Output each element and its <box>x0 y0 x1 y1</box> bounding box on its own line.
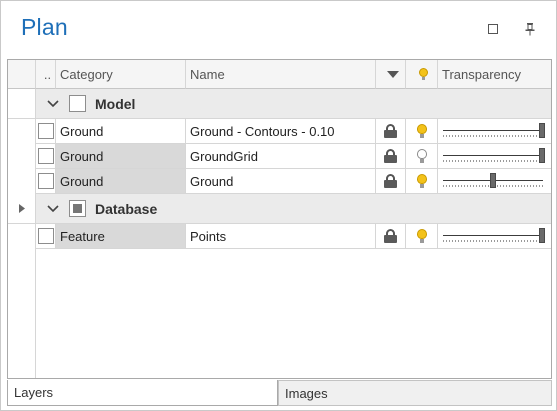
current-row-indicator-icon <box>18 204 25 213</box>
lightbulb-on-icon[interactable] <box>416 123 427 139</box>
lock-cell[interactable] <box>376 224 406 249</box>
row-checkbox-cell[interactable] <box>36 224 56 249</box>
name-cell[interactable]: Points <box>186 224 376 249</box>
plan-panel: Plan .. Category Name Transparency Model… <box>0 0 557 411</box>
lightbulb-on-icon[interactable] <box>416 173 427 189</box>
lightbulb-off-icon[interactable] <box>416 148 427 164</box>
row-checkbox[interactable] <box>37 148 54 164</box>
lock-icon[interactable] <box>384 229 397 243</box>
row-checkbox-cell[interactable] <box>36 144 56 169</box>
header-selector[interactable]: .. <box>36 60 56 89</box>
chevron-down-icon[interactable] <box>46 97 60 111</box>
row-checkbox[interactable] <box>37 228 54 244</box>
tab-images[interactable]: Images <box>278 380 552 406</box>
group-checkbox-model[interactable] <box>69 95 86 112</box>
name-cell[interactable]: Ground - Contours - 0.10 <box>186 119 376 144</box>
header-name[interactable]: Name <box>186 60 376 89</box>
chevron-down-icon[interactable] <box>46 202 60 216</box>
table-row[interactable]: Ground GroundGrid <box>8 144 551 169</box>
slider-thumb[interactable] <box>539 123 545 138</box>
lock-icon[interactable] <box>384 124 397 138</box>
transparency-cell[interactable] <box>438 169 551 194</box>
lightbulb-icon <box>419 67 428 81</box>
category-cell[interactable]: Ground <box>56 119 186 144</box>
row-checkbox-cell[interactable] <box>36 169 56 194</box>
dropdown-arrow-icon[interactable] <box>386 70 399 78</box>
lightbulb-on-icon[interactable] <box>416 228 427 244</box>
group-row-database[interactable]: Database <box>8 194 551 224</box>
panel-title: Plan <box>21 14 68 40</box>
group-row-model[interactable]: Model <box>8 89 551 119</box>
layers-grid: .. Category Name Transparency Model Grou… <box>7 59 552 379</box>
category-cell[interactable]: Ground <box>56 144 186 169</box>
lock-icon[interactable] <box>384 174 397 188</box>
lock-cell[interactable] <box>376 144 406 169</box>
name-cell[interactable]: GroundGrid <box>186 144 376 169</box>
grid-header: .. Category Name Transparency <box>8 60 551 89</box>
category-cell[interactable]: Feature <box>56 224 186 249</box>
transparency-slider[interactable] <box>443 173 545 189</box>
row-checkbox[interactable] <box>37 173 54 189</box>
visibility-cell[interactable] <box>406 119 438 144</box>
slider-thumb[interactable] <box>539 148 545 163</box>
tab-layers[interactable]: Layers <box>7 380 278 406</box>
bottom-tab-strip: Layers Images <box>7 380 552 406</box>
group-label: Database <box>95 200 158 217</box>
category-cell[interactable]: Ground <box>56 169 186 194</box>
empty-gutter <box>8 249 36 378</box>
table-row[interactable]: Feature Points <box>8 224 551 249</box>
transparency-cell[interactable] <box>438 119 551 144</box>
pin-icon[interactable] <box>523 21 537 37</box>
transparency-slider[interactable] <box>443 123 545 139</box>
lock-cell[interactable] <box>376 119 406 144</box>
header-gutter <box>8 60 36 89</box>
visibility-cell[interactable] <box>406 169 438 194</box>
table-row[interactable]: Ground Ground <box>8 169 551 194</box>
header-transparency[interactable]: Transparency <box>438 60 551 89</box>
header-lock-filter[interactable] <box>376 60 406 89</box>
row-checkbox-cell[interactable] <box>36 119 56 144</box>
row-gutter <box>8 144 36 169</box>
row-gutter <box>8 89 36 118</box>
transparency-slider[interactable] <box>443 228 545 244</box>
visibility-cell[interactable] <box>406 224 438 249</box>
maximize-icon[interactable] <box>486 21 500 37</box>
table-row[interactable]: Ground Ground - Contours - 0.10 <box>8 119 551 144</box>
header-category[interactable]: Category <box>56 60 186 89</box>
name-cell[interactable]: Ground <box>186 169 376 194</box>
slider-thumb[interactable] <box>539 228 545 243</box>
lock-icon[interactable] <box>384 149 397 163</box>
transparency-cell[interactable] <box>438 224 551 249</box>
slider-thumb[interactable] <box>490 173 496 188</box>
visibility-cell[interactable] <box>406 144 438 169</box>
row-gutter <box>8 194 36 223</box>
header-visibility[interactable] <box>406 60 438 89</box>
row-gutter <box>8 119 36 144</box>
row-gutter <box>8 224 36 249</box>
lock-cell[interactable] <box>376 169 406 194</box>
row-checkbox[interactable] <box>37 123 54 139</box>
row-gutter <box>8 169 36 194</box>
group-label: Model <box>95 95 136 112</box>
group-checkbox-database[interactable] <box>69 200 86 217</box>
transparency-slider[interactable] <box>443 148 545 164</box>
transparency-cell[interactable] <box>438 144 551 169</box>
